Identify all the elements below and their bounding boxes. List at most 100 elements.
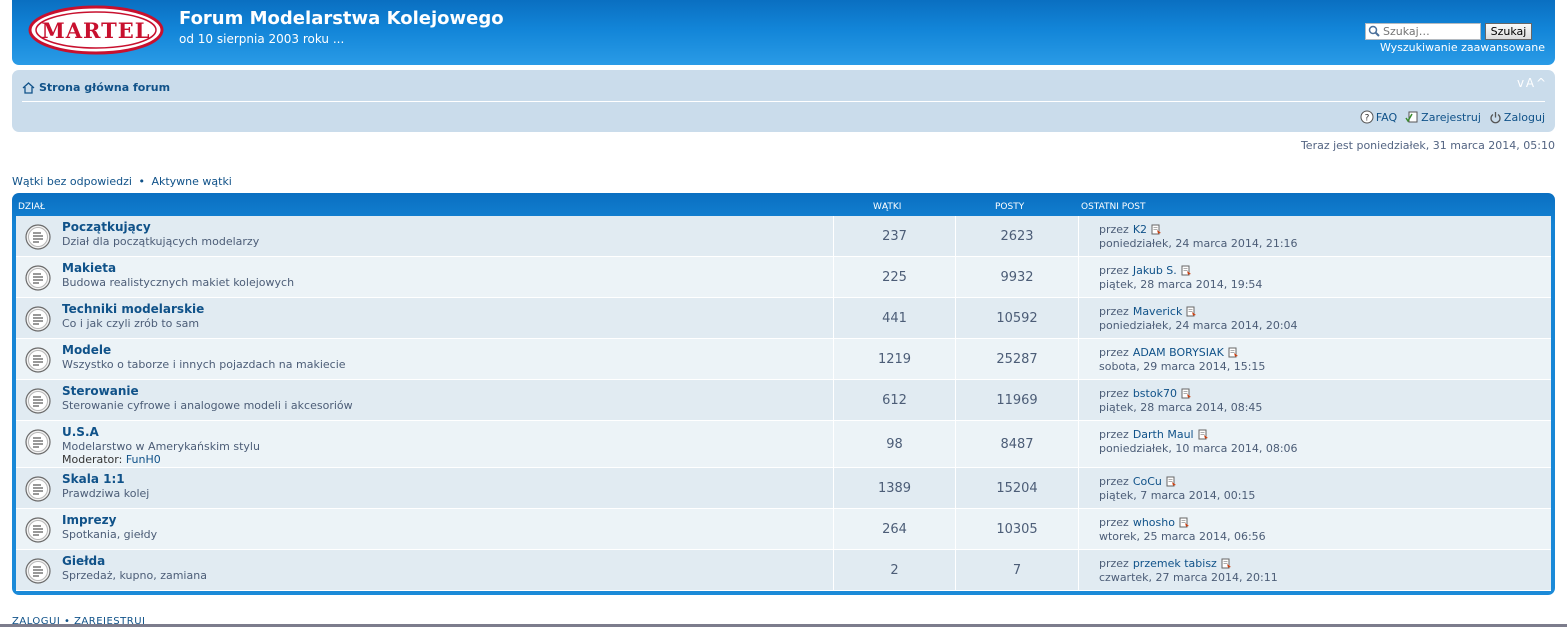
view-latest-post-icon[interactable] <box>1181 265 1192 276</box>
site-description: od 10 sierpnia 2003 roku ... <box>179 32 345 46</box>
last-post-date: wtorek, 25 marca 2014, 06:56 <box>1099 530 1266 543</box>
last-post-author-link[interactable]: K2 <box>1133 223 1147 236</box>
forum-title-link[interactable]: Makieta <box>62 261 116 275</box>
last-post-by-label: przez <box>1099 516 1129 529</box>
forum-moderator: Moderator: FunH0 <box>62 453 161 466</box>
register-label: Zarejestruj <box>1421 110 1481 124</box>
forum-row: Skala 1:1 Prawdziwa kolej 1389 15204 przez Co… <box>16 468 1551 509</box>
forum-posts-count: 2623 <box>1000 228 1034 244</box>
forum-topics-count: 1219 <box>834 339 956 379</box>
last-post-by-label: przez <box>1099 428 1129 441</box>
last-post-date: poniedziałek, 10 marca 2014, 08:06 <box>1099 442 1298 455</box>
forum-posts-count: 25287 <box>996 351 1038 367</box>
forum-description: Dział dla początkujących modelarzy <box>62 235 260 248</box>
faq-label: FAQ <box>1375 110 1398 124</box>
forum-posts-count: 10592 <box>996 310 1038 326</box>
forum-cell: Początkujący Dział dla początkujących mod… <box>16 216 834 256</box>
view-latest-post-icon[interactable] <box>1186 306 1197 317</box>
forum-title-link[interactable]: Skala 1:1 <box>62 472 125 486</box>
site-title[interactable]: Forum Modelarstwa Kolejowego <box>179 8 504 29</box>
last-post-author-link[interactable]: Darth Maul <box>1133 428 1194 441</box>
last-post-date: czwartek, 27 marca 2014, 20:11 <box>1099 571 1278 584</box>
view-latest-post-icon[interactable] <box>1151 224 1162 235</box>
forum-last-post: przez Darth Maul poniedziałek, 10 marca 20… <box>1078 421 1551 467</box>
last-post-by-label: przez <box>1099 346 1129 359</box>
moderator-label: Moderator: <box>62 453 123 466</box>
last-post-author: przez przemek tabisz <box>1099 557 1232 570</box>
forum-title-link[interactable]: Imprezy <box>62 513 116 527</box>
forum-row: Imprezy Spotkania, giełdy 264 10305 przez who… <box>16 509 1551 550</box>
last-post-by-label: przez <box>1099 264 1129 277</box>
last-post-author: przez Darth Maul <box>1099 428 1209 441</box>
site-logo[interactable]: MARTEL <box>28 5 164 55</box>
forum-row: U.S.A Modelarstwo w Amerykańskim stylu Mod… <box>16 421 1551 468</box>
last-post-author-link[interactable]: Maverick <box>1133 305 1183 318</box>
last-post-author-link[interactable]: bstok70 <box>1133 387 1177 400</box>
unanswered-topics-link[interactable]: Wątki bez odpowiedzi <box>12 175 132 188</box>
forum-read-icon <box>25 429 51 455</box>
power-icon <box>1490 111 1501 123</box>
last-post-author-link[interactable]: Jakub S. <box>1133 264 1177 277</box>
last-post-author: przez Maverick <box>1099 305 1197 318</box>
forum-read-icon <box>25 224 51 250</box>
svg-text:?: ? <box>1364 114 1369 124</box>
advanced-search-link[interactable]: Wyszukiwanie zaawansowane <box>1380 41 1545 54</box>
forum-title-link[interactable]: Giełda <box>62 554 105 568</box>
forum-description: Sprzedaż, kupno, zamiana <box>62 569 207 582</box>
forum-description: Spotkania, giełdy <box>62 528 158 541</box>
last-post-author-link[interactable]: CoCu <box>1133 475 1162 488</box>
forum-row: Sterowanie Sterowanie cyfrowe i analogowe… <box>16 380 1551 421</box>
forum-title-link[interactable]: U.S.A <box>62 425 99 439</box>
faq-link[interactable]: ? FAQ <box>1360 110 1397 124</box>
forum-topics-count: 612 <box>834 380 956 420</box>
forum-topics-count: 1389 <box>834 468 956 508</box>
last-post-author-link[interactable]: ADAM BORYSIAK <box>1133 346 1224 359</box>
home-link[interactable]: Strona główna forum <box>22 81 170 94</box>
view-latest-post-icon[interactable] <box>1181 388 1192 399</box>
last-post-author-link[interactable]: przemek tabisz <box>1133 557 1217 570</box>
forum-row: Techniki modelarskie Co i jak czyli zrób … <box>16 298 1551 339</box>
forum-posts-count: 9932 <box>1000 269 1034 285</box>
user-links: ? FAQ Zarejestruj Zaloguj <box>1360 110 1545 124</box>
forum-read-icon <box>25 388 51 414</box>
last-post-date: piątek, 7 marca 2014, 00:15 <box>1099 489 1256 502</box>
last-post-author: przez K2 <box>1099 223 1162 236</box>
view-latest-post-icon[interactable] <box>1179 517 1190 528</box>
forum-cell: Sterowanie Sterowanie cyfrowe i analogowe… <box>16 380 834 420</box>
logo-text: MARTEL <box>41 18 150 43</box>
header-last-post: OSTATNI POST <box>1081 202 1146 212</box>
last-post-date: piątek, 28 marca 2014, 19:54 <box>1099 278 1263 291</box>
forum-row: Modele Wszystko o taborze i innych pojazd… <box>16 339 1551 380</box>
header-topics: WĄTKI <box>873 202 902 212</box>
forum-list: DZIAŁ WĄTKI POSTY OSTATNI POST Początkuj… <box>12 193 1555 595</box>
view-latest-post-icon[interactable] <box>1221 558 1232 569</box>
moderator-link[interactable]: FunH0 <box>126 453 161 466</box>
forum-posts-count: 7 <box>1012 562 1022 578</box>
register-link[interactable]: Zarejestruj <box>1405 110 1481 124</box>
forum-topics-count: 264 <box>834 509 956 549</box>
forum-title-link[interactable]: Początkujący <box>62 220 151 234</box>
forum-read-icon <box>25 306 51 332</box>
view-latest-post-icon[interactable] <box>1198 429 1209 440</box>
forum-rows: Początkujący Dział dla początkujących mod… <box>16 216 1551 591</box>
forum-last-post: przez K2 poniedziałek, 24 marca 2014, 21:1… <box>1078 216 1551 256</box>
header-bar: MARTEL Forum Modelarstwa Kolejowego od 1… <box>12 0 1555 65</box>
active-topics-link[interactable]: Aktywne wątki <box>151 175 231 188</box>
view-latest-post-icon[interactable] <box>1166 476 1177 487</box>
search-input[interactable] <box>1365 23 1481 40</box>
forum-description: Wszystko o taborze i innych pojazdach na… <box>62 358 346 371</box>
last-post-author-link[interactable]: whosho <box>1133 516 1175 529</box>
navbar-divider <box>22 101 1545 102</box>
forum-posts-count: 8487 <box>1000 436 1034 452</box>
search-button[interactable]: Szukaj <box>1485 23 1532 40</box>
forum-title-link[interactable]: Modele <box>62 343 111 357</box>
font-size-control[interactable]: v A ^ <box>1517 76 1546 90</box>
header-posts: POSTY <box>995 202 1025 212</box>
forum-title-link[interactable]: Sterowanie <box>62 384 139 398</box>
forum-last-post: przez CoCu piątek, 7 marca 2014, 00:15 <box>1078 468 1551 508</box>
view-latest-post-icon[interactable] <box>1228 347 1239 358</box>
login-link[interactable]: Zaloguj <box>1489 111 1545 124</box>
forum-title-link[interactable]: Techniki modelarskie <box>62 302 204 316</box>
forum-topics-count: 237 <box>834 216 956 256</box>
last-post-date: poniedziałek, 24 marca 2014, 21:16 <box>1099 237 1298 250</box>
